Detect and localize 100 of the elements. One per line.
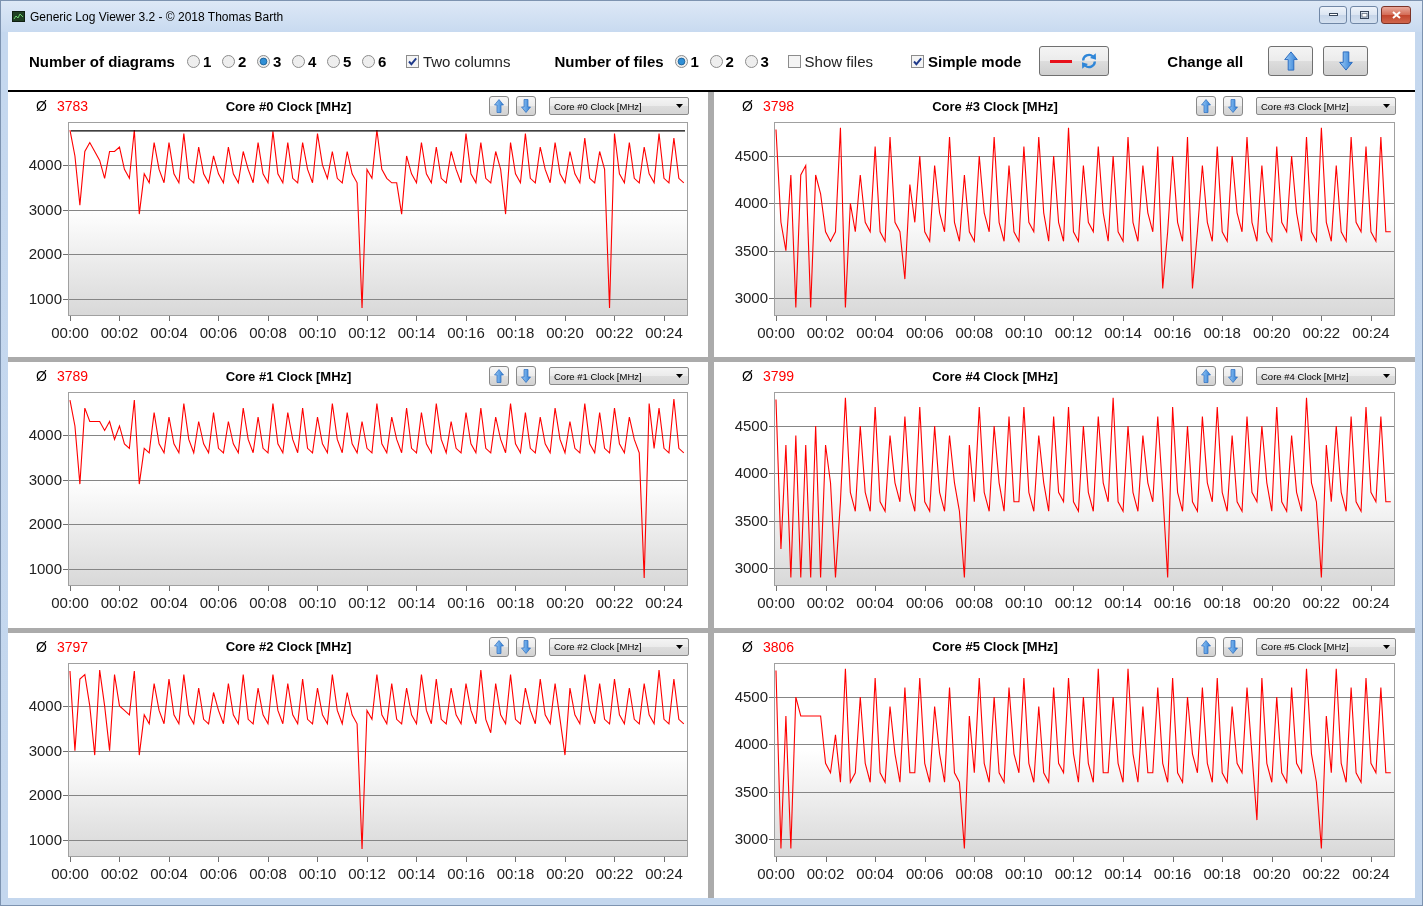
radio-label[interactable]: 4 [307, 52, 317, 70]
checkbox-label[interactable]: Show files [804, 52, 873, 70]
checkbox-label[interactable]: Simple mode [928, 52, 1022, 70]
y-axis-label: 3000 [28, 200, 62, 218]
x-axis-label: 00:14 [397, 324, 436, 341]
average-value: 3806 [762, 638, 795, 655]
x-axis-label: 00:14 [1104, 594, 1142, 612]
chart-title: Core #3 Clock [MHz] [931, 98, 1059, 114]
x-axis-label: 00:02 [806, 594, 845, 612]
average-value: 3797 [56, 638, 89, 655]
move-up-button[interactable] [1196, 636, 1216, 657]
checkbox[interactable] [911, 54, 924, 68]
x-axis-label: 00:06 [905, 324, 944, 341]
x-axis-label: 00:00 [757, 594, 795, 612]
x-axis-label: 00:00 [51, 864, 89, 882]
channel-dropdown[interactable]: Core #5 Clock [MHz] [1256, 637, 1396, 656]
x-axis-label: 00:22 [1302, 324, 1341, 341]
y-axis-label: 4000 [28, 155, 62, 173]
x-axis-label: 00:16 [1153, 324, 1192, 341]
x-axis-label: 00:02 [100, 864, 139, 882]
x-axis-label: 00:10 [298, 594, 337, 612]
up-arrow-icon [1201, 639, 1211, 654]
radio-label[interactable]: 3 [760, 52, 769, 70]
x-axis-label: 00:00 [51, 324, 89, 341]
radio-button[interactable] [186, 54, 200, 68]
average-sign: Ø [742, 98, 753, 114]
radio-label[interactable]: 2 [725, 52, 734, 70]
move-down-button[interactable] [1223, 96, 1243, 116]
checkbox[interactable] [787, 54, 801, 68]
minimize-button[interactable] [1319, 5, 1347, 24]
channel-dropdown[interactable]: Core #2 Clock [MHz] [549, 637, 689, 656]
radio-label[interactable]: 5 [342, 52, 352, 70]
maximize-button[interactable] [1350, 5, 1378, 24]
radio-button[interactable] [221, 54, 235, 68]
x-axis-label: 00:14 [1104, 864, 1142, 882]
average-sign: Ø [36, 368, 47, 385]
x-axis-label: 00:10 [1005, 864, 1043, 882]
radio-label[interactable]: 6 [377, 52, 387, 70]
radio-button[interactable] [709, 54, 723, 68]
move-all-up-button[interactable] [1268, 46, 1314, 76]
channel-dropdown[interactable]: Core #3 Clock [MHz] [1256, 97, 1396, 115]
move-down-button[interactable] [1223, 366, 1243, 387]
x-axis-label: 00:18 [496, 594, 535, 612]
radio-label[interactable]: 2 [237, 52, 247, 70]
radio-button[interactable] [291, 54, 305, 68]
maximize-icon [1359, 10, 1369, 19]
file-count-label: Number of files [554, 52, 664, 70]
move-up-button[interactable] [1196, 96, 1216, 116]
x-axis-label: 00:12 [348, 864, 386, 882]
move-up-button[interactable] [489, 366, 509, 387]
radio-label[interactable]: 3 [272, 52, 282, 70]
checkbox[interactable] [405, 54, 419, 68]
x-axis-label: 00:00 [757, 864, 795, 882]
radio-label[interactable]: 1 [202, 52, 212, 70]
channel-dropdown[interactable]: Core #0 Clock [MHz] [549, 97, 689, 115]
move-all-down-button[interactable] [1323, 46, 1369, 76]
close-button[interactable] [1381, 5, 1411, 24]
radio-button[interactable] [674, 54, 688, 68]
close-icon [1391, 10, 1401, 19]
x-axis-label: 00:14 [397, 594, 436, 612]
up-arrow-icon [1283, 51, 1298, 71]
average-value: 3789 [56, 368, 89, 385]
y-axis-label: 4000 [734, 194, 768, 212]
move-up-button[interactable] [489, 636, 509, 657]
y-axis-label: 1000 [28, 830, 62, 848]
move-up-button[interactable] [489, 96, 509, 116]
x-axis-label: 00:10 [1005, 324, 1043, 341]
x-axis-label: 00:20 [546, 594, 584, 612]
average-value: 3783 [56, 98, 89, 114]
line-refresh-button[interactable] [1039, 46, 1110, 76]
radio-button[interactable] [256, 54, 270, 68]
x-axis-label: 00:22 [595, 864, 634, 882]
channel-dropdown[interactable]: Core #4 Clock [MHz] [1256, 367, 1396, 386]
move-down-button[interactable] [516, 366, 536, 387]
x-axis-label: 00:08 [955, 864, 994, 882]
average-sign: Ø [742, 638, 753, 655]
x-axis-label: 00:16 [1153, 594, 1192, 612]
up-arrow-icon [494, 99, 504, 113]
caret-icon [676, 104, 683, 108]
y-axis-label: 4000 [734, 735, 768, 753]
move-down-button[interactable] [516, 636, 536, 657]
y-axis-label: 3500 [734, 782, 768, 800]
radio-button[interactable] [326, 54, 340, 68]
move-down-button[interactable] [1223, 636, 1243, 657]
caret-icon [1383, 644, 1390, 649]
down-arrow-icon [1338, 51, 1353, 71]
x-axis-label: 00:04 [856, 864, 894, 882]
radio-button[interactable] [361, 54, 375, 68]
checkbox-label[interactable]: Two columns [422, 52, 511, 70]
x-axis-label: 00:24 [645, 594, 683, 612]
radio-label[interactable]: 1 [690, 52, 699, 70]
caret-icon [676, 374, 683, 379]
channel-dropdown[interactable]: Core #1 Clock [MHz] [549, 367, 689, 386]
y-axis-label: 3000 [28, 470, 62, 488]
x-axis-label: 00:16 [447, 864, 485, 882]
move-down-button[interactable] [516, 96, 536, 116]
radio-button[interactable] [744, 54, 758, 68]
move-up-button[interactable] [1196, 366, 1216, 387]
x-axis-label: 00:10 [298, 864, 337, 882]
x-axis-label: 00:22 [1302, 864, 1341, 882]
